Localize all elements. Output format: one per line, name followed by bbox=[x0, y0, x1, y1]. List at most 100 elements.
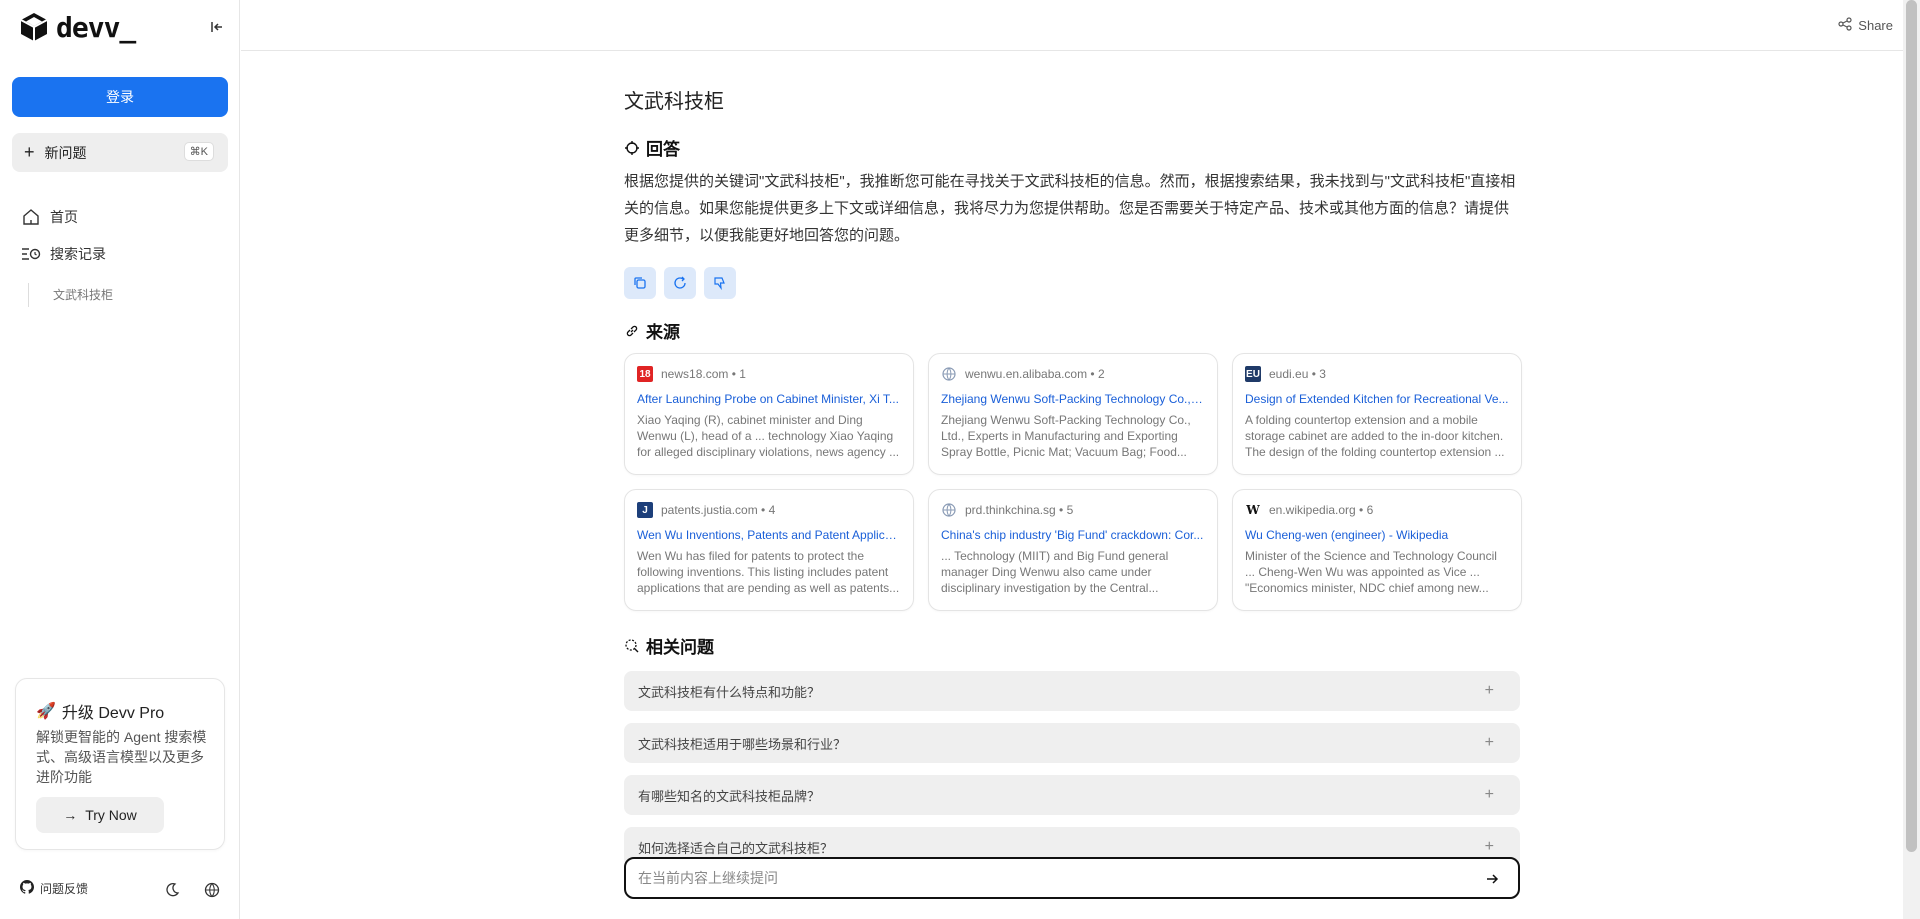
history-icon bbox=[20, 243, 42, 265]
sources-heading: 来源 bbox=[624, 318, 680, 343]
copy-button[interactable] bbox=[624, 267, 656, 299]
history-item[interactable]: 文武科技柜 bbox=[28, 283, 113, 307]
home-icon bbox=[20, 206, 42, 228]
source-meta: Wen.wikipedia.org • 6 bbox=[1245, 501, 1509, 519]
scrollbar[interactable] bbox=[1903, 0, 1920, 919]
source-card[interactable]: Jpatents.justia.com • 4 Wen Wu Inventions… bbox=[624, 489, 914, 611]
source-title[interactable]: After Launching Probe on Cabinet Ministe… bbox=[637, 392, 901, 406]
source-snippet: ... Technology (MIIT) and Big Fund gener… bbox=[941, 549, 1169, 595]
wikipedia-favicon-icon: W bbox=[1246, 503, 1260, 517]
source-snippet: Minister of the Science and Technology C… bbox=[1245, 549, 1497, 595]
share-icon bbox=[1838, 17, 1852, 34]
source-meta: Jpatents.justia.com • 4 bbox=[637, 501, 901, 519]
source-site: wenwu.en.alibaba.com • 2 bbox=[965, 367, 1105, 381]
follow-up-box bbox=[624, 857, 1520, 899]
feedback-label: 问题反馈 bbox=[40, 882, 89, 896]
source-title[interactable]: Wu Cheng-wen (engineer) - Wikipedia bbox=[1245, 528, 1509, 542]
feedback-link[interactable]: 问题反馈 bbox=[20, 880, 88, 897]
expand-plus-icon: + bbox=[1484, 734, 1494, 751]
source-site: patents.justia.com • 4 bbox=[661, 503, 776, 517]
language-globe-icon[interactable] bbox=[202, 880, 222, 900]
site-favicon-icon: J bbox=[637, 502, 653, 518]
source-site: eudi.eu • 3 bbox=[1269, 367, 1326, 381]
github-icon bbox=[20, 880, 34, 897]
related-question[interactable]: 有哪些知名的文武科技柜品牌？ + bbox=[624, 775, 1520, 815]
related-heading: 相关问题 bbox=[624, 633, 714, 658]
new-question-button[interactable]: + 新问题 ⌘K bbox=[12, 133, 228, 172]
follow-up-input[interactable] bbox=[626, 870, 1446, 886]
share-label: Share bbox=[1858, 18, 1893, 33]
arrow-right-icon: → bbox=[63, 807, 78, 823]
source-site: prd.thinkchina.sg • 5 bbox=[965, 503, 1074, 517]
related-heading-text: 相关问题 bbox=[646, 638, 714, 657]
scrollbar-thumb[interactable] bbox=[1906, 0, 1917, 852]
answer-text: 根据您提供的关键词"文武科技柜"，我推断您可能在寻找关于文武科技柜的信息。然而，… bbox=[624, 173, 1516, 244]
answer-heading: 回答 bbox=[624, 135, 680, 160]
source-meta: EU eudi.eu • 3 bbox=[1245, 365, 1509, 383]
source-snippet: Wen Wu has filed for patents to protect … bbox=[637, 549, 900, 595]
thumbs-down-icon bbox=[714, 277, 725, 290]
sources-heading-text: 来源 bbox=[646, 323, 680, 342]
source-meta: 18 news18.com • 1 bbox=[637, 365, 901, 383]
source-card[interactable]: prd.thinkchina.sg • 5 China's chip indust… bbox=[928, 489, 1218, 611]
rocket-icon: 🚀 bbox=[36, 703, 56, 720]
regenerate-button[interactable] bbox=[664, 267, 696, 299]
app-root: devv_ 登录 + 新问题 ⌘K 首页 搜索记录 文武科技柜 🚀 升级 Dev… bbox=[0, 0, 1920, 919]
site-favicon-icon: EU bbox=[1245, 366, 1261, 382]
collapse-sidebar-icon[interactable] bbox=[206, 16, 228, 38]
query-title: 文武科技柜 bbox=[624, 91, 724, 113]
nav-home[interactable]: 首页 bbox=[20, 206, 78, 228]
globe-favicon-icon bbox=[941, 502, 957, 518]
source-title[interactable]: China's chip industry 'Big Fund' crackdo… bbox=[941, 528, 1205, 542]
related-question[interactable]: 文武科技柜有什么特点和功能？ + bbox=[624, 671, 1520, 711]
source-title[interactable]: Zhejiang Wenwu Soft-Packing Technology C… bbox=[941, 392, 1205, 406]
source-meta: wenwu.en.alibaba.com • 2 bbox=[941, 365, 1205, 383]
answer-heading-text: 回答 bbox=[646, 140, 680, 159]
related-question-text: 如何选择适合自己的文武科技柜？ bbox=[638, 841, 834, 857]
copy-icon bbox=[634, 277, 646, 289]
source-site: news18.com • 1 bbox=[661, 367, 746, 381]
source-title[interactable]: Design of Extended Kitchen for Recreatio… bbox=[1245, 392, 1509, 406]
related-question[interactable]: 文武科技柜适用于哪些场景和行业？ + bbox=[624, 723, 1520, 763]
link-icon bbox=[624, 323, 640, 339]
related-question-text: 文武科技柜有什么特点和功能？ bbox=[638, 685, 821, 701]
sidebar: devv_ 登录 + 新问题 ⌘K 首页 搜索记录 文武科技柜 🚀 升级 Dev… bbox=[0, 0, 240, 919]
try-now-label: Try Now bbox=[85, 807, 137, 823]
topbar: Share bbox=[241, 0, 1903, 51]
new-question-label: 新问题 bbox=[44, 144, 87, 161]
share-button[interactable]: Share bbox=[1838, 17, 1893, 34]
expand-plus-icon: + bbox=[1484, 838, 1494, 855]
related-question-text: 文武科技柜适用于哪些场景和行业？ bbox=[638, 737, 847, 753]
nav-search-history[interactable]: 搜索记录 bbox=[20, 243, 106, 265]
source-card[interactable]: Wen.wikipedia.org • 6 Wu Cheng-wen (engin… bbox=[1232, 489, 1522, 611]
login-button[interactable]: 登录 bbox=[12, 77, 228, 117]
devv-logo-icon bbox=[20, 13, 48, 41]
nav-home-label: 首页 bbox=[50, 209, 78, 225]
theme-toggle-icon[interactable] bbox=[162, 880, 182, 900]
source-title[interactable]: Wen Wu Inventions, Patents and Patent Ap… bbox=[637, 528, 901, 542]
expand-plus-icon: + bbox=[1484, 786, 1494, 803]
related-question-text: 有哪些知名的文武科技柜品牌？ bbox=[638, 789, 821, 805]
pro-title-text: 升级 Devv Pro bbox=[61, 705, 165, 722]
refresh-icon bbox=[674, 276, 686, 289]
source-meta: prd.thinkchina.sg • 5 bbox=[941, 501, 1205, 519]
source-snippet: Xiao Yaqing (R), cabinet minister and Di… bbox=[637, 413, 900, 459]
try-now-button[interactable]: → Try Now bbox=[36, 797, 164, 833]
logo[interactable]: devv_ bbox=[18, 10, 228, 44]
plus-icon: + bbox=[24, 142, 35, 162]
pro-upgrade-card: 🚀 升级 Devv Pro 解锁更智能的 Agent 搜索模式、高级语言模型以及… bbox=[15, 678, 225, 850]
send-arrow-icon[interactable] bbox=[1482, 869, 1502, 889]
source-site: en.wikipedia.org • 6 bbox=[1269, 503, 1374, 517]
globe-favicon-icon bbox=[941, 366, 957, 382]
source-card[interactable]: 18 news18.com • 1 After Launching Probe on… bbox=[624, 353, 914, 475]
dislike-button[interactable] bbox=[704, 267, 736, 299]
source-card[interactable]: wenwu.en.alibaba.com • 2 Zhejiang Wenwu S… bbox=[928, 353, 1218, 475]
pro-description: 解锁更智能的 Agent 搜索模式、高级语言模型以及更多进阶功能 bbox=[36, 729, 207, 785]
source-card[interactable]: EU eudi.eu • 3 Design of Extended Kitchen … bbox=[1232, 353, 1522, 475]
pro-title: 🚀 升级 Devv Pro bbox=[36, 699, 164, 723]
shortcut-badge: ⌘K bbox=[183, 142, 214, 161]
answer-icon bbox=[624, 140, 640, 156]
source-snippet: A folding countertop extension and a mob… bbox=[1245, 413, 1505, 459]
nav-history-label: 搜索记录 bbox=[50, 246, 106, 262]
related-icon bbox=[624, 638, 640, 654]
